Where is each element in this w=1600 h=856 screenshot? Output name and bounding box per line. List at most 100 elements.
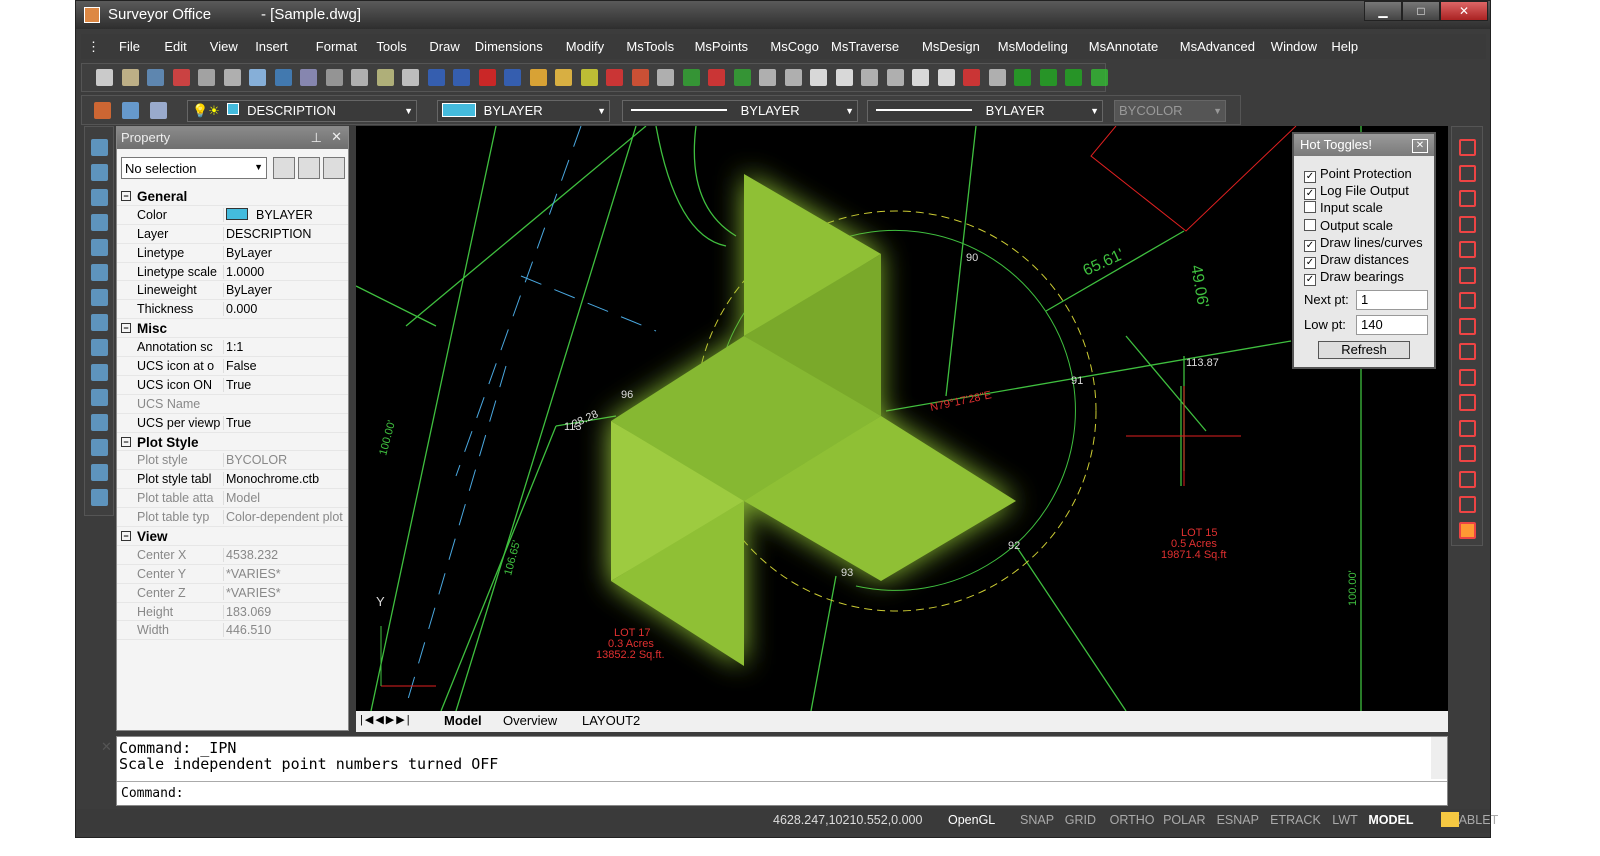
status-toggle-esnap[interactable]: ESNAP [1217,813,1259,827]
status-toggle-ortho[interactable]: ORTHO [1110,813,1155,827]
toolbar-tool-icon[interactable] [504,69,521,86]
close-button[interactable]: ✕ [1440,1,1488,21]
draw-tool-icon[interactable] [1459,419,1476,437]
property-row[interactable]: Layer DESCRIPTION [117,225,348,244]
status-toggle-polar[interactable]: POLAR [1163,813,1205,827]
menu-mscogo[interactable]: MsCogo [770,39,818,54]
close-icon[interactable]: ✕ [101,739,115,755]
checkbox-checked-icon[interactable]: ✓ [1304,171,1316,183]
toolbar-tool-icon[interactable] [249,69,266,86]
select-objects-icon[interactable] [298,157,320,179]
checkbox-icon[interactable] [1304,218,1316,231]
toolbar-tool-icon[interactable] [708,69,725,86]
toolbar-tool-icon[interactable] [1090,69,1108,86]
drawing-svg[interactable]: N79°17'28"E65.61'49.06'LOT 170.3 Acres13… [356,126,1448,711]
collapse-icon[interactable]: − [121,531,131,542]
menu-modify[interactable]: Modify [566,39,604,54]
menu-msannotate[interactable]: MsAnnotate [1089,39,1158,54]
toolbar-tool-icon[interactable] [631,69,649,86]
toolbar-tool-icon[interactable] [147,69,164,86]
checkbox-icon[interactable] [1304,201,1316,214]
tab-nav-arrows[interactable]: |◀◀▶▶| [360,713,412,726]
toolbar-tool-icon[interactable] [988,69,1006,86]
toolbar-tool-icon[interactable] [963,69,980,86]
draw-tool-icon[interactable] [1459,292,1476,309]
toolbar-tool-icon[interactable] [453,69,470,86]
view-tool-icon[interactable] [91,439,108,456]
toolbar-tool-icon[interactable] [733,69,751,86]
low-pt-input[interactable]: 140 [1356,315,1428,335]
draw-tool-icon[interactable] [1459,164,1476,182]
property-row[interactable]: Plot style BYCOLOR [117,451,348,471]
next-pt-input[interactable]: 1 [1356,290,1428,310]
status-toggle-etrack[interactable]: ETRACK [1270,813,1321,827]
draw-tool-icon[interactable] [1459,190,1476,207]
menu-edit[interactable]: Edit [164,39,186,54]
menu-msdesign[interactable]: MsDesign [922,39,980,54]
view-tool-icon[interactable] [91,364,108,381]
menu-mstools[interactable]: MsTools [626,39,674,54]
view-tool-icon[interactable] [91,239,108,256]
toggle-output-scale[interactable]: Output scale [1304,218,1393,234]
property-row[interactable]: Linetype ByLayer [117,244,348,263]
toolbar-tool-icon[interactable] [121,69,139,86]
toolbar-tool-icon[interactable] [784,69,802,86]
property-row[interactable]: UCS per viewp True [117,414,348,433]
toolbar-tool-icon[interactable] [300,69,317,86]
checkbox-checked-icon[interactable]: ✓ [1304,274,1316,287]
menu-help[interactable]: Help [1331,39,1358,54]
pin-icon[interactable]: ⊥ [311,130,322,146]
toolbar-tool-icon[interactable] [1039,69,1057,86]
selection-dropdown[interactable]: No selection ▼ [121,157,267,179]
property-row[interactable]: Annotation sc 1:1 [117,338,348,358]
menu-tools[interactable]: Tools [376,39,406,54]
toggle-point-protection[interactable]: ✓ Point Protection [1304,166,1412,183]
tab-layout2[interactable]: LAYOUT2 [582,713,640,728]
command-input[interactable]: Command: [117,781,1447,805]
draw-tool-icon[interactable] [1459,445,1476,462]
toolbar-tool-icon[interactable] [198,69,215,86]
draw-tool-icon[interactable] [1459,317,1476,335]
property-row[interactable]: Height 183.069 [117,603,348,622]
menu-draw[interactable]: Draw [429,39,459,54]
property-row[interactable]: Center X 4538.232 [117,546,348,565]
draw-tool-icon[interactable] [1459,394,1476,411]
quick-select-icon[interactable] [323,157,345,179]
menu-mstraverse[interactable]: MsTraverse [831,39,899,54]
view-tool-icon[interactable] [91,164,108,181]
toggle-log-file-output[interactable]: ✓ Log File Output [1304,183,1409,201]
toolbar-tool-icon[interactable] [657,69,674,86]
toolbar-tool-icon[interactable] [172,69,190,86]
category-view[interactable]: − View [117,527,348,546]
collapse-icon[interactable]: − [121,191,131,201]
checkbox-checked-icon[interactable]: ✓ [1304,188,1316,201]
draw-tool-icon[interactable] [1459,266,1476,284]
toolbar-tool-icon[interactable] [835,69,853,86]
toggle-draw-lines-curves[interactable]: ✓ Draw lines/curves [1304,235,1423,252]
property-row[interactable]: Thickness 0.000 [117,300,348,320]
toolbar-tool-icon[interactable] [478,69,496,86]
toolbar-tool-icon[interactable] [351,69,368,86]
property-row[interactable]: Linetype scale 1.0000 [117,263,348,282]
property-row[interactable]: Plot table atta Model [117,489,348,509]
notification-icon[interactable] [1441,812,1459,827]
view-tool-icon[interactable] [91,489,108,506]
toolbar-tool-icon[interactable] [402,69,419,86]
toggle-input-scale[interactable]: Input scale [1304,200,1383,216]
status-toggle-snap[interactable]: SNAP [1020,813,1054,827]
toolbar-tool-icon[interactable] [937,69,955,86]
lineweight-dropdown[interactable]: BYLAYER ▼ [867,100,1103,122]
view-tool-icon[interactable] [91,289,108,306]
toolbar-tool-icon[interactable] [759,69,776,86]
toolbar-tool-icon[interactable] [1014,69,1031,86]
property-row[interactable]: Center Y *VARIES* [117,565,348,584]
linetype-dropdown[interactable]: BYLAYER ▼ [622,100,858,122]
toolbar-tool-icon[interactable] [223,69,241,86]
drawing-canvas[interactable]: N79°17'28"E 65.61' 49.06' LOT 17 0.3 Acres 13… [356,126,1448,711]
command-scrollbar[interactable] [1431,737,1447,779]
status-toggle-lwt[interactable]: LWT [1332,813,1357,827]
toolbar-tool-icon[interactable] [325,69,343,86]
toolbar-tool-icon[interactable] [912,69,929,86]
view-tool-icon[interactable] [91,214,108,231]
status-toggle-grid[interactable]: GRID [1065,813,1096,827]
